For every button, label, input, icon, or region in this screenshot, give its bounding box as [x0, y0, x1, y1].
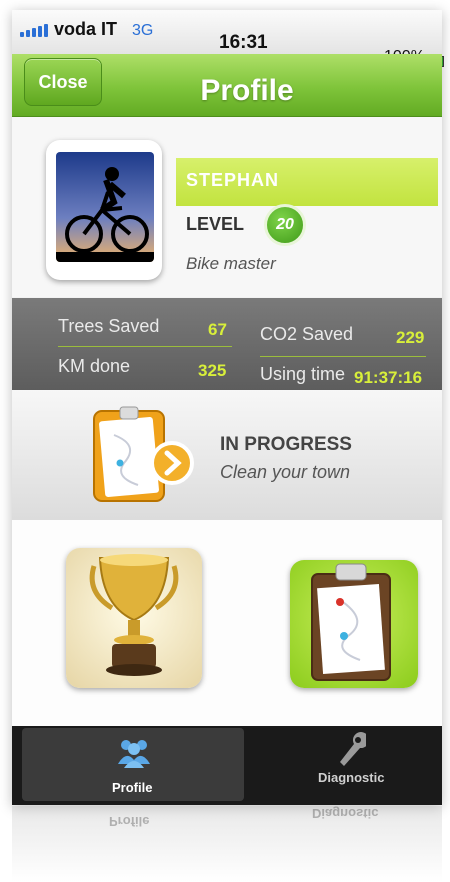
progress-task: Clean your town: [220, 462, 351, 482]
trophy-tile[interactable]: [66, 548, 202, 688]
clipboard-tile[interactable]: [290, 560, 418, 688]
tab-profile[interactable]: Profile: [22, 728, 244, 801]
rank-title: Bike master: [186, 254, 276, 273]
co2-saved-value: 229: [396, 328, 425, 347]
stats-divider: [58, 346, 232, 347]
clipboard-icon: [311, 563, 391, 681]
reflection-diagnostic-label: Diagnostic: [312, 806, 379, 821]
level-badge: 20: [264, 204, 306, 246]
tab-diagnostic[interactable]: Diagnostic: [258, 726, 442, 801]
wrench-icon: [340, 732, 366, 766]
reflection-profile-label: Profile: [109, 814, 150, 829]
carrier-name: voda IT: [54, 19, 118, 39]
trees-saved-value: 67: [208, 320, 227, 339]
using-time-value: 91:37:16: [354, 368, 423, 387]
avatar: [56, 152, 154, 262]
people-icon: [118, 740, 150, 768]
page-title: Profile: [200, 74, 294, 107]
trophy-icon: [89, 554, 179, 676]
using-time-label: Using time: [260, 364, 346, 384]
co2-saved-label: CO2 Saved: [260, 324, 354, 344]
km-done-label: KM done: [58, 356, 131, 376]
signal-icon: [20, 24, 48, 37]
tab-profile-label: Profile: [112, 780, 153, 795]
level-label: LEVEL: [186, 214, 245, 234]
tab-diagnostic-label: Diagnostic: [318, 770, 385, 785]
network-type: 3G: [132, 22, 154, 39]
mission-clipboard-icon[interactable]: [90, 405, 200, 505]
avatar-frame: [46, 140, 162, 280]
screen-reflection: Profile Diagnostic: [12, 806, 442, 882]
trees-saved-label: Trees Saved: [58, 316, 160, 336]
km-done-value: 325: [198, 361, 227, 380]
user-name: STEPHAN: [186, 170, 280, 190]
status-clock: 16:31: [219, 32, 268, 53]
stats-divider: [260, 356, 426, 357]
progress-status: IN PROGRESS: [220, 434, 352, 455]
close-button[interactable]: Close: [24, 58, 102, 106]
